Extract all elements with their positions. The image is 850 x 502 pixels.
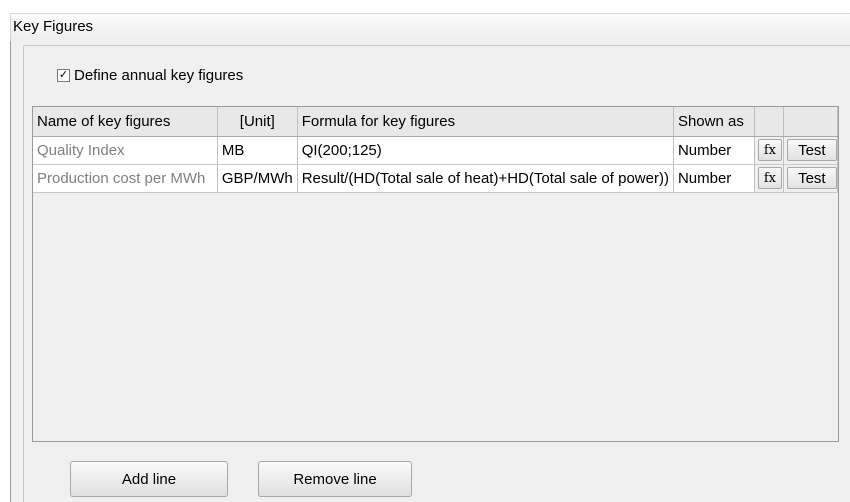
cell-test: Test	[783, 164, 839, 193]
col-header-fx	[754, 107, 784, 137]
cell-unit[interactable]: MB	[217, 136, 298, 165]
col-header-formula[interactable]: Formula for key figures	[297, 107, 674, 137]
cell-fx: fx	[754, 136, 784, 165]
table-row[interactable]: Production cost per MWh GBP/MWh Result/(…	[33, 164, 839, 193]
define-annual-checkbox[interactable]: ✓	[57, 68, 70, 82]
fx-icon[interactable]: fx	[757, 139, 782, 161]
cell-name[interactable]: Quality Index	[33, 136, 218, 165]
col-header-shown-as[interactable]: Shown as	[673, 107, 755, 137]
col-header-name[interactable]: Name of key figures	[33, 107, 218, 137]
col-header-unit[interactable]: [Unit]	[217, 107, 298, 137]
cell-shown-as[interactable]: Number	[673, 164, 755, 193]
cell-formula[interactable]: QI(200;125)	[297, 136, 674, 165]
test-button[interactable]: Test	[786, 167, 837, 189]
cell-formula[interactable]: Result/(HD(Total sale of heat)+HD(Total …	[297, 164, 674, 193]
define-annual-checkbox-row[interactable]: ✓ Define annual key figures	[57, 66, 243, 84]
define-annual-label: Define annual key figures	[74, 66, 244, 84]
fx-icon[interactable]: fx	[757, 167, 782, 189]
checkmark-icon: ✓	[58, 68, 69, 81]
header-row: Name of key figures [Unit] Formula for k…	[33, 107, 839, 137]
key-figures-table: Name of key figures [Unit] Formula for k…	[33, 107, 839, 193]
cell-name[interactable]: Production cost per MWh	[33, 164, 218, 193]
panel-header: Key Figures	[10, 13, 850, 41]
panel-title: Key Figures	[13, 18, 94, 35]
remove-line-button[interactable]: Remove line	[258, 461, 412, 497]
cell-shown-as[interactable]: Number	[673, 136, 755, 165]
add-line-button[interactable]: Add line	[70, 461, 228, 497]
cell-test: Test	[783, 136, 839, 165]
cell-fx: fx	[754, 164, 784, 193]
test-button[interactable]: Test	[786, 139, 837, 161]
table-row[interactable]: Quality Index MB QI(200;125) Number fx T…	[33, 136, 839, 165]
col-header-test	[783, 107, 839, 137]
cell-unit[interactable]: GBP/MWh	[217, 164, 298, 193]
key-figures-grid[interactable]: Name of key figures [Unit] Formula for k…	[32, 106, 839, 442]
